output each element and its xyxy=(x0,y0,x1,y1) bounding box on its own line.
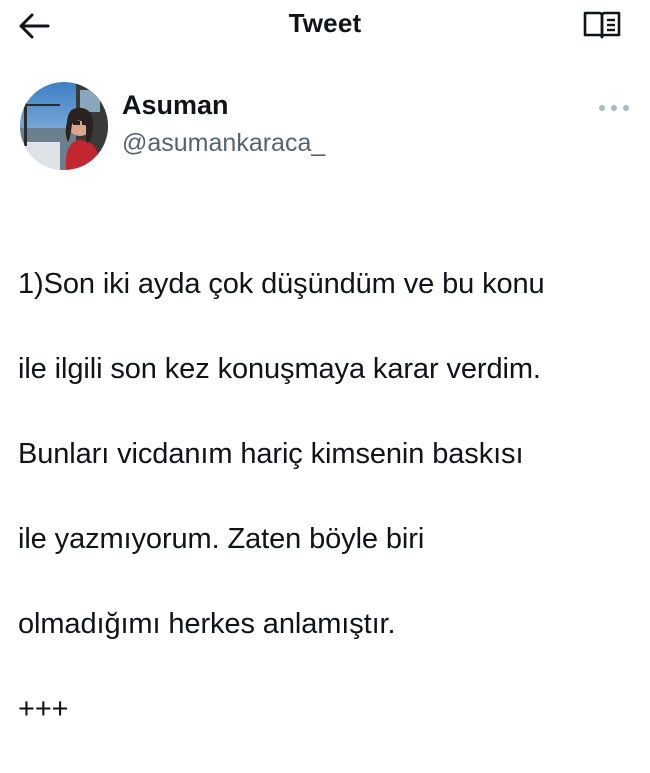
tweet-text-line: olmadığımı herkes anlamıştır. xyxy=(18,607,396,640)
tweet-text-line: +++ xyxy=(18,692,69,725)
tweet-text-line: ile yazmıyorum. Zaten böyle biri xyxy=(18,522,425,555)
author-display-name[interactable]: Asuman xyxy=(122,90,229,121)
page-title: Tweet xyxy=(288,8,362,38)
avatar-photo xyxy=(20,82,108,170)
reader-mode-button[interactable] xyxy=(578,6,626,44)
tweet-text-line: 1)Son iki ayda çok düşündüm ve bu konu xyxy=(18,267,545,300)
tweet-text-line: Bunları vicdanım hariç kimsenin baskısı xyxy=(18,437,524,470)
tweet-text: 1)Son iki ayda çok düşündüm ve bu konu i… xyxy=(18,220,643,773)
tweet-text-line: ile ilgili son kez konuşmaya karar verdi… xyxy=(18,352,541,385)
tweet-author-header: Asuman @asumankaraca_ xyxy=(0,70,650,180)
more-horizontal-icon xyxy=(599,105,629,111)
avatar[interactable] xyxy=(20,82,108,170)
open-book-icon xyxy=(583,11,621,39)
author-handle[interactable]: @asumankaraca_ xyxy=(122,129,325,158)
more-options-button[interactable] xyxy=(594,98,634,118)
top-bar: Tweet xyxy=(0,0,650,52)
